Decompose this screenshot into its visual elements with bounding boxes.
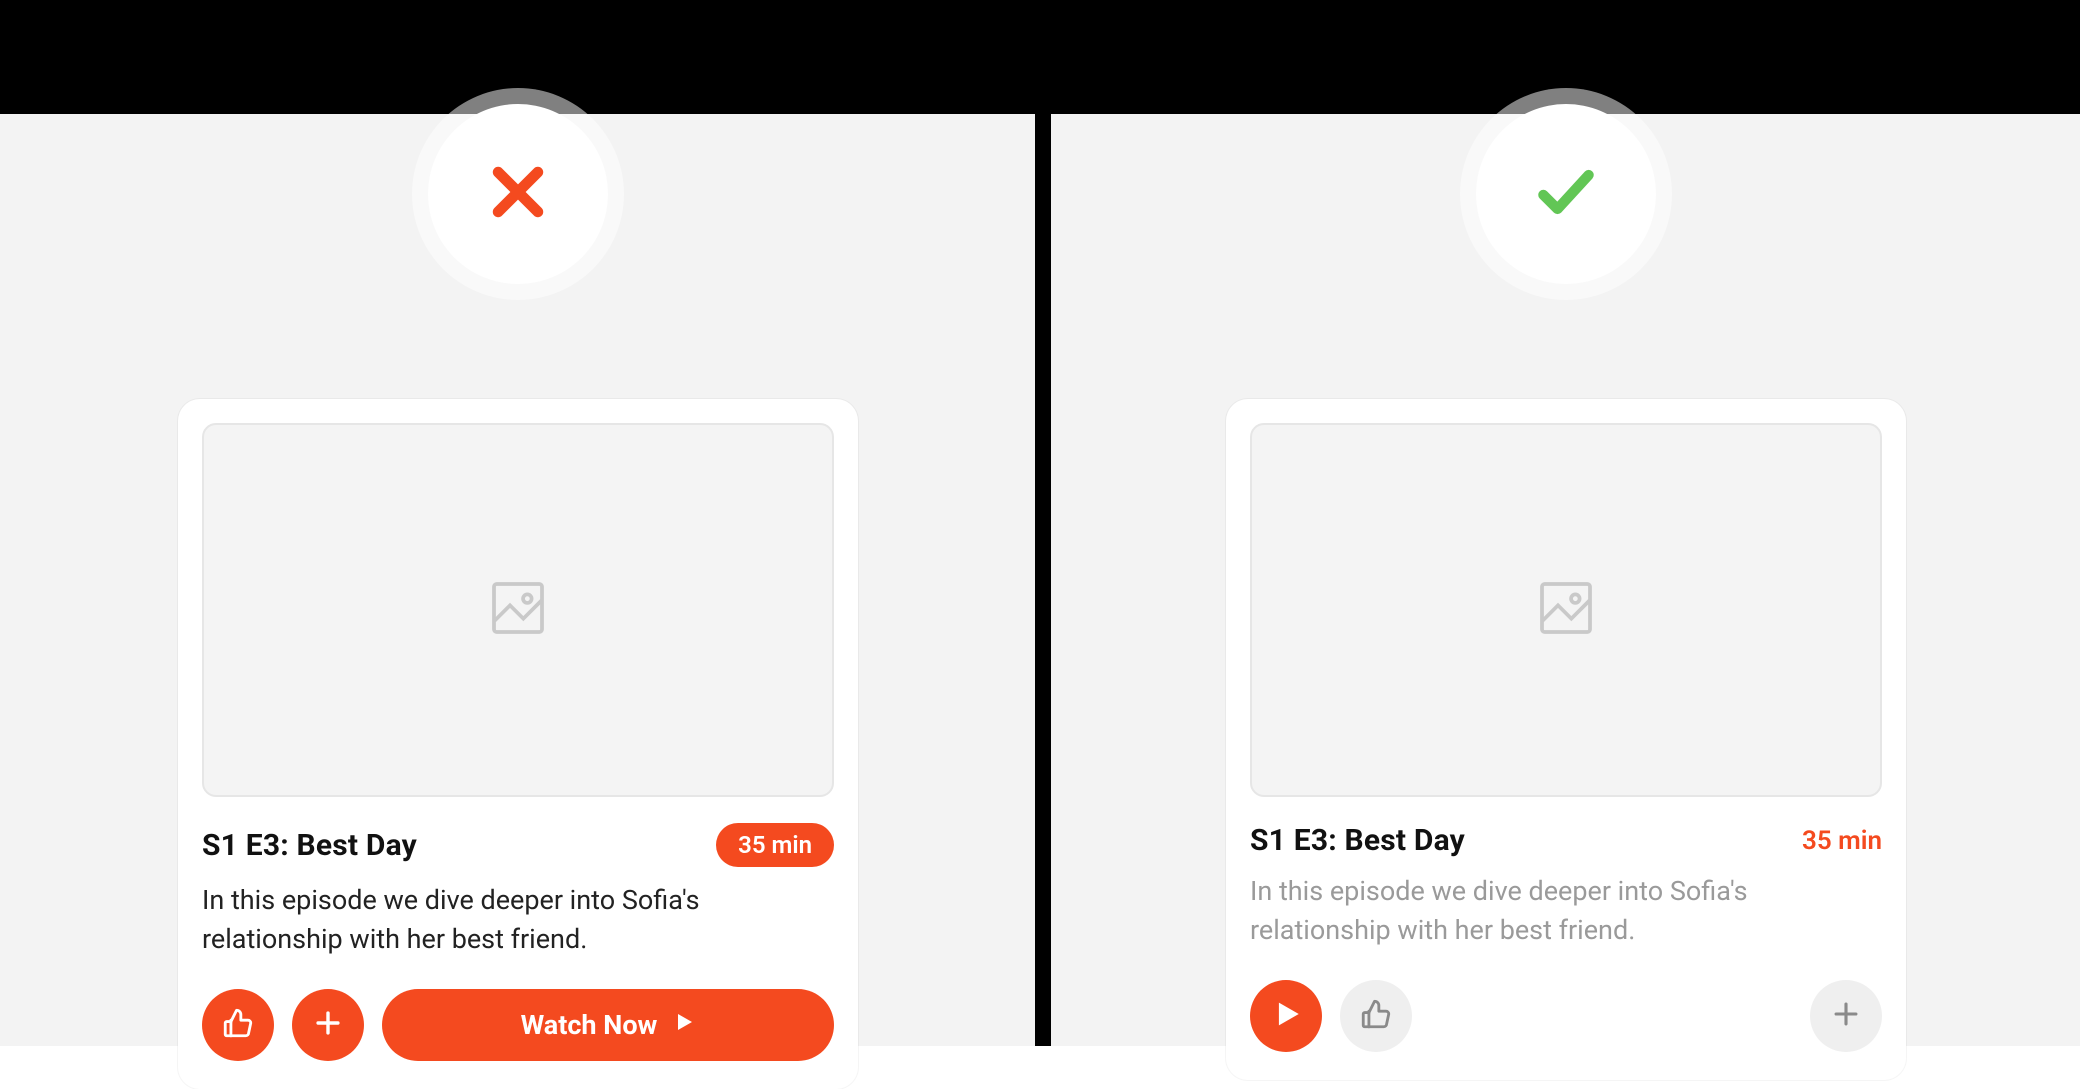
add-button[interactable]	[1810, 980, 1882, 1052]
like-button[interactable]	[202, 989, 274, 1061]
episode-description: In this episode we dive deeper into Sofi…	[1250, 872, 1882, 950]
duration-badge: 35 min	[716, 823, 834, 867]
like-button[interactable]	[1340, 980, 1412, 1052]
panel-incorrect: S1 E3: Best Day 35 min In this episode w…	[0, 114, 1035, 1046]
thumbs-up-icon	[221, 1006, 255, 1044]
thumbnail-placeholder	[202, 423, 834, 797]
comparison-stage: S1 E3: Best Day 35 min In this episode w…	[0, 0, 2080, 1046]
image-placeholder-icon	[1534, 576, 1598, 644]
watch-now-button[interactable]: Watch Now	[382, 989, 834, 1061]
cross-icon	[484, 158, 552, 230]
image-placeholder-icon	[486, 576, 550, 644]
panel-divider	[1035, 0, 1051, 1046]
episode-card: S1 E3: Best Day 35 min In this episode w…	[1226, 399, 1906, 1080]
watch-now-label: Watch Now	[521, 1009, 658, 1041]
actions-row: Watch Now	[202, 989, 834, 1061]
status-badge-correct	[1476, 104, 1656, 284]
duration-text: 35 min	[1802, 826, 1882, 856]
play-icon	[671, 1009, 695, 1041]
episode-description: In this episode we dive deeper into Sofi…	[202, 881, 834, 959]
add-button[interactable]	[292, 989, 364, 1061]
thumbnail-placeholder	[1250, 423, 1882, 797]
check-icon	[1532, 158, 1600, 230]
title-row: S1 E3: Best Day 35 min	[1250, 823, 1882, 858]
actions-row	[1250, 980, 1882, 1052]
thumbs-up-icon	[1359, 997, 1393, 1035]
play-button[interactable]	[1250, 980, 1322, 1052]
play-icon	[1269, 997, 1303, 1035]
panel-correct: S1 E3: Best Day 35 min In this episode w…	[1051, 114, 2080, 1046]
episode-card: S1 E3: Best Day 35 min In this episode w…	[178, 399, 858, 1089]
status-badge-incorrect	[428, 104, 608, 284]
plus-icon	[311, 1006, 345, 1044]
plus-icon	[1829, 997, 1863, 1035]
title-row: S1 E3: Best Day 35 min	[202, 823, 834, 867]
episode-title: S1 E3: Best Day	[1250, 823, 1465, 858]
episode-title: S1 E3: Best Day	[202, 828, 417, 863]
